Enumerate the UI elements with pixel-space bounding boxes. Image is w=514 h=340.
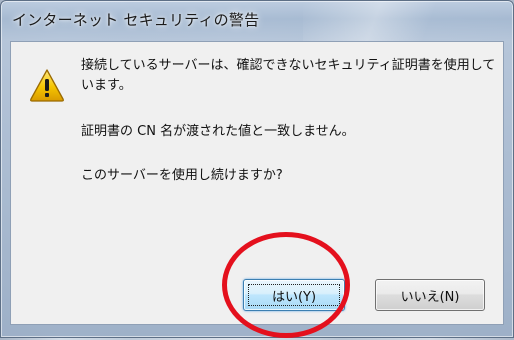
warning-icon (30, 69, 64, 102)
message-continue-question: このサーバーを使用し続けますか? (81, 168, 283, 183)
message-cn-mismatch: 証明書の CN 名が渡された値と一致しません。 (81, 124, 355, 139)
security-warning-dialog: インターネット セキュリティの警告 接続しているサーバーは、確認できないセキュリ… (0, 0, 514, 338)
yes-button[interactable]: はい(Y) (243, 279, 345, 311)
dialog-content: 接続しているサーバーは、確認できないセキュリティ証明書を使用しています。 証明書… (10, 41, 504, 325)
dialog-title: インターネット セキュリティの警告 (12, 11, 260, 29)
title-bar-glass (303, 1, 513, 41)
yes-button-label: はい(Y) (271, 289, 317, 305)
no-button-label: いいえ(N) (400, 289, 460, 305)
message-certificate-unverified: 接続しているサーバーは、確認できないセキュリティ証明書を使用しています。 (81, 58, 496, 93)
no-button[interactable]: いいえ(N) (375, 279, 485, 311)
title-bar[interactable]: インターネット セキュリティの警告 (1, 1, 513, 41)
